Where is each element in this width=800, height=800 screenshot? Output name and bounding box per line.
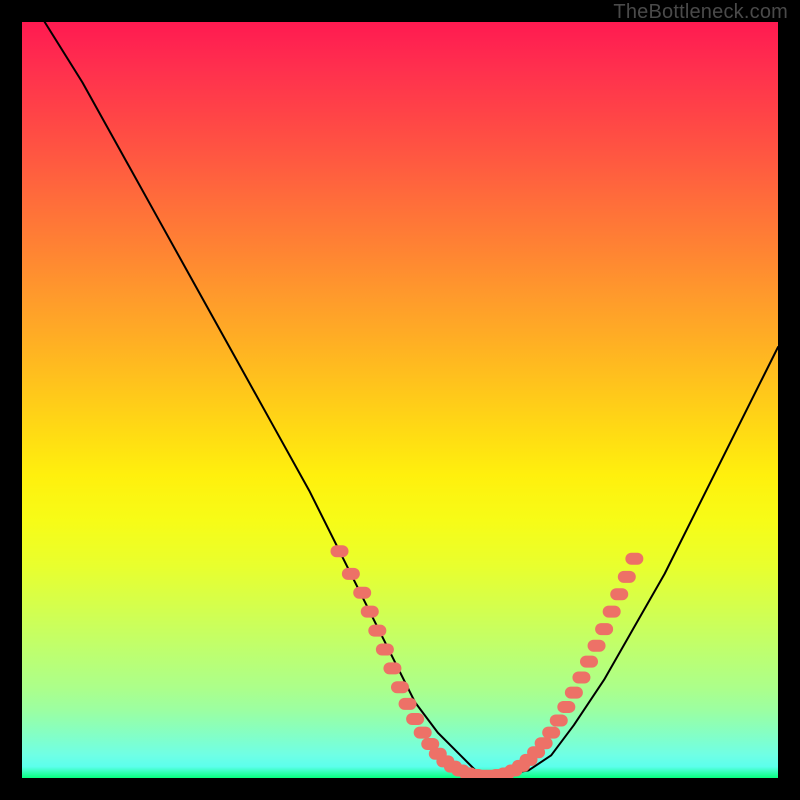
curve-dot (376, 643, 394, 655)
bottleneck-chart (22, 22, 778, 778)
curve-dot (414, 727, 432, 739)
curve-dot (572, 671, 590, 683)
curve-dot (368, 625, 386, 637)
curve-dot (391, 681, 409, 693)
curve-dot (331, 545, 349, 557)
curve-dot (625, 553, 643, 565)
curve-dot (361, 606, 379, 618)
curve-dot (383, 662, 401, 674)
watermark-text: TheBottleneck.com (613, 1, 788, 24)
bottleneck-curve-path (45, 22, 778, 774)
curve-dot (618, 571, 636, 583)
curve-dot (535, 737, 553, 749)
curve-dot (353, 587, 371, 599)
curve-dots (331, 545, 644, 778)
curve-dot (406, 713, 424, 725)
curve-dot (610, 588, 628, 600)
curve-dot (550, 715, 568, 727)
curve-dot (595, 623, 613, 635)
curve-dot (580, 656, 598, 668)
plot-area (22, 22, 778, 778)
curve-dot (399, 698, 417, 710)
curve-dot (342, 568, 360, 580)
curve-dot (557, 701, 575, 713)
chart-frame: TheBottleneck.com (0, 0, 800, 800)
curve-dot (588, 640, 606, 652)
curve-dot (603, 606, 621, 618)
curve-dot (542, 727, 560, 739)
curve-dot (565, 687, 583, 699)
